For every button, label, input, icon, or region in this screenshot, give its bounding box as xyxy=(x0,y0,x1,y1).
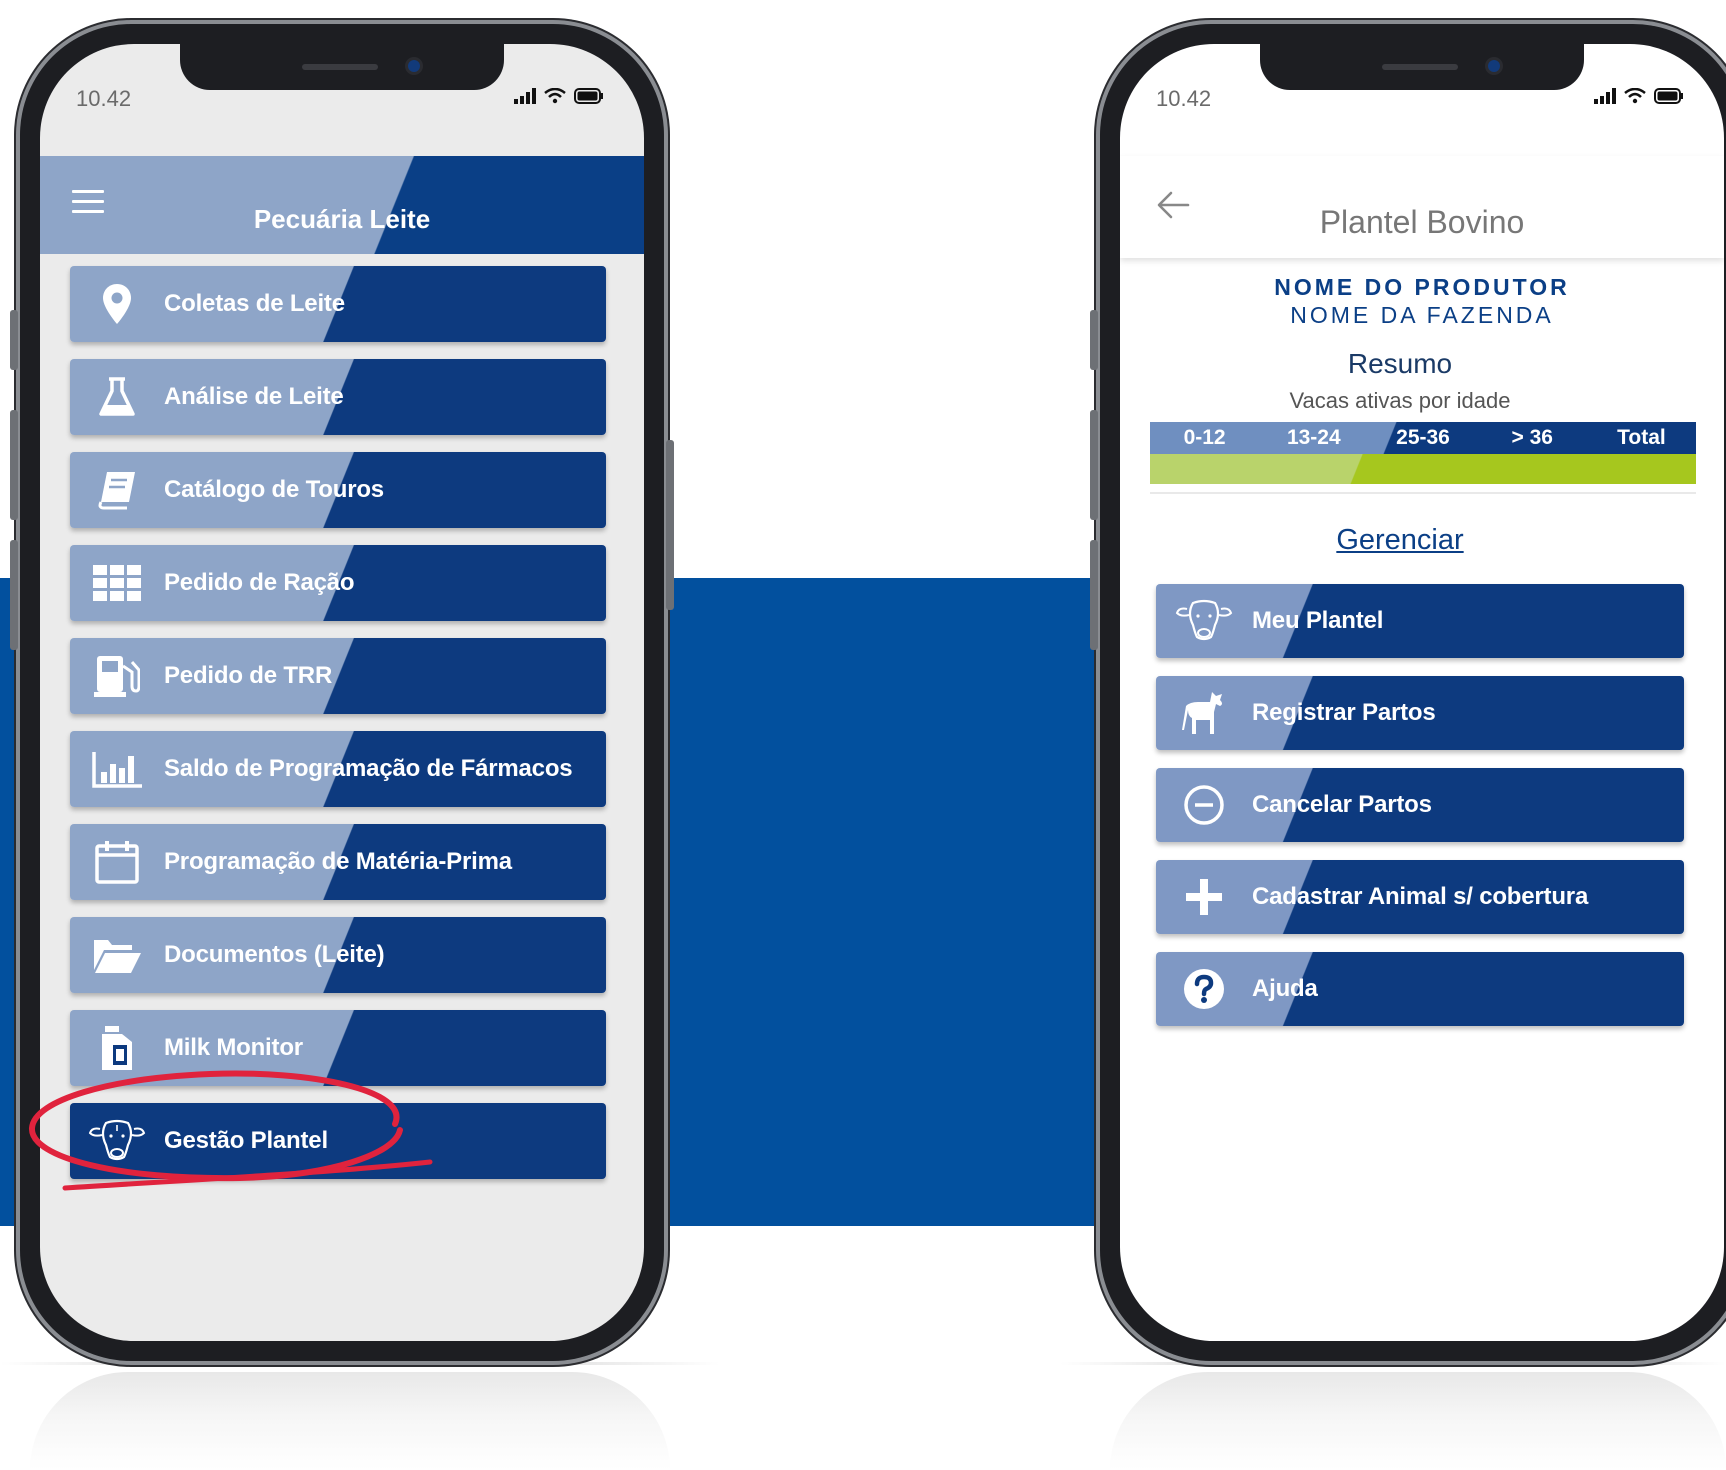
volume-down-button xyxy=(1090,540,1098,650)
age-column-13-24: 13-24 xyxy=(1286,426,1341,449)
notch xyxy=(1260,44,1584,90)
manage-section-title[interactable]: Gerenciar xyxy=(1120,524,1680,557)
milk-carton-icon xyxy=(70,1010,164,1086)
plus-icon xyxy=(1156,860,1252,934)
age-table-values-row xyxy=(1150,454,1696,484)
page-title: Plantel Bovino xyxy=(1319,204,1525,240)
menu-item-programacao-de-materia-prima[interactable]: Programação de Matéria-Prima xyxy=(70,824,606,900)
phone-reflection-right xyxy=(1110,1372,1726,1470)
volume-up-button xyxy=(10,410,18,520)
menu-item-label: Cadastrar Animal s/ cobertura xyxy=(1252,883,1589,910)
map-pin-icon xyxy=(70,266,164,342)
age-value-cell xyxy=(1587,454,1696,484)
age-column-total: Total xyxy=(1617,426,1666,449)
status-icons xyxy=(514,88,604,104)
menu-item-label: Cancelar Partos xyxy=(1252,791,1432,818)
menu-item-milk-monitor[interactable]: Milk Monitor xyxy=(70,1010,606,1086)
battery-icon xyxy=(574,88,603,104)
flask-icon xyxy=(70,359,164,435)
menu-item-coletas-de-leite[interactable]: Coletas de Leite xyxy=(70,266,606,342)
menu-item-saldo-de-programacao-de-farmacos[interactable]: Saldo de Programação de Fármacos xyxy=(70,731,606,807)
folder-icon xyxy=(70,917,164,993)
divider xyxy=(1150,492,1696,494)
age-value-cell xyxy=(1478,454,1587,484)
phone-left: 10.42 Pecuária Leite Coletas de Leite An… xyxy=(10,20,674,1365)
age-summary-table: 0-12 13-24 25-36 > 36 Total xyxy=(1150,422,1696,484)
menu-item-meu-plantel[interactable]: Meu Plantel xyxy=(1156,584,1684,658)
menu-item-cancelar-partos[interactable]: Cancelar Partos xyxy=(1156,768,1684,842)
age-value-cell xyxy=(1150,454,1259,484)
right-screen: 10.42 Plantel Bovino NOME DO PRODUTOR NO… xyxy=(1120,44,1724,1341)
age-column-over-36: > 36 xyxy=(1511,426,1553,449)
phone-reflection-left xyxy=(30,1372,670,1470)
main-menu: Coletas de Leite Análise de Leite Catálo… xyxy=(70,266,606,1196)
menu-item-gestao-plantel[interactable]: Gestão Plantel xyxy=(70,1103,606,1179)
manage-menu: Meu Plantel Registrar Partos Cancelar Pa… xyxy=(1156,584,1684,1044)
menu-item-ajuda[interactable]: Ajuda xyxy=(1156,952,1684,1026)
volume-up-button xyxy=(1090,410,1098,520)
menu-item-analise-de-leite[interactable]: Análise de Leite xyxy=(70,359,606,435)
producer-name: NOME DO PRODUTOR xyxy=(1274,274,1570,300)
menu-item-label: Saldo de Programação de Fármacos xyxy=(164,755,573,782)
minus-circle-icon xyxy=(1156,768,1252,842)
fuel-pump-icon xyxy=(70,638,164,714)
signal-icon xyxy=(514,88,536,104)
app-header: Pecuária Leite xyxy=(40,156,644,254)
menu-item-label: Programação de Matéria-Prima xyxy=(164,848,512,875)
age-table-header: 0-12 13-24 25-36 > 36 Total xyxy=(1150,422,1696,454)
wifi-icon xyxy=(544,88,566,104)
menu-item-cadastrar-animal[interactable]: Cadastrar Animal s/ cobertura xyxy=(1156,860,1684,934)
power-button xyxy=(666,440,674,610)
left-screen: 10.42 Pecuária Leite Coletas de Leite An… xyxy=(40,44,644,1341)
app-bar: Plantel Bovino xyxy=(1120,156,1724,258)
battery-icon xyxy=(1654,88,1683,104)
menu-item-pedido-de-trr[interactable]: Pedido de TRR xyxy=(70,638,606,714)
menu-item-label: Pedido de TRR xyxy=(164,662,333,689)
volume-down-button xyxy=(10,540,18,650)
page-title: Pecuária Leite xyxy=(253,204,431,234)
grid-icon xyxy=(70,545,164,621)
age-column-25-36: 25-36 xyxy=(1396,426,1450,449)
age-column-0-12: 0-12 xyxy=(1183,426,1226,449)
menu-item-label: Pedido de Ração xyxy=(164,569,355,596)
age-value-cell xyxy=(1368,454,1477,484)
menu-item-label: Gestão Plantel xyxy=(164,1127,328,1154)
farm-name: NOME DA FAZENDA xyxy=(1290,302,1554,328)
menu-item-label: Coletas de Leite xyxy=(164,290,345,317)
calf-icon xyxy=(1156,676,1252,750)
menu-item-documentos-leite[interactable]: Documentos (Leite) xyxy=(70,917,606,993)
wifi-icon xyxy=(1624,88,1646,104)
book-icon xyxy=(70,452,164,528)
menu-item-label: Meu Plantel xyxy=(1252,607,1384,634)
help-icon xyxy=(1156,952,1252,1026)
menu-item-label: Documentos (Leite) xyxy=(164,941,385,968)
notch xyxy=(180,44,504,90)
cow-icon xyxy=(1156,584,1252,658)
menu-item-label: Registrar Partos xyxy=(1252,699,1436,726)
phone-right: 10.42 Plantel Bovino NOME DO PRODUTOR NO… xyxy=(1090,20,1726,1365)
summary-subtitle: Vacas ativas por idade xyxy=(1289,388,1511,413)
summary-title: Resumo xyxy=(1347,348,1453,379)
cow-icon xyxy=(70,1103,164,1179)
menu-item-registrar-partos[interactable]: Registrar Partos xyxy=(1156,676,1684,750)
menu-item-catalogo-de-touros[interactable]: Catálogo de Touros xyxy=(70,452,606,528)
status-icons xyxy=(1594,88,1684,104)
side-button xyxy=(10,310,18,370)
menu-item-pedido-de-racao[interactable]: Pedido de Ração xyxy=(70,545,606,621)
calendar-icon xyxy=(70,824,164,900)
menu-item-label: Análise de Leite xyxy=(164,383,344,410)
signal-icon xyxy=(1594,88,1616,104)
menu-item-label: Ajuda xyxy=(1252,975,1318,1002)
side-button xyxy=(1090,310,1098,370)
menu-item-label: Catálogo de Touros xyxy=(164,476,384,503)
status-time: 10.42 xyxy=(76,86,132,111)
menu-item-label: Milk Monitor xyxy=(164,1034,303,1061)
bar-chart-icon xyxy=(70,731,164,807)
age-value-cell xyxy=(1259,454,1368,484)
stage: 10.42 Pecuária Leite Coletas de Leite An… xyxy=(0,0,1726,1470)
status-time: 10.42 xyxy=(1156,86,1212,111)
